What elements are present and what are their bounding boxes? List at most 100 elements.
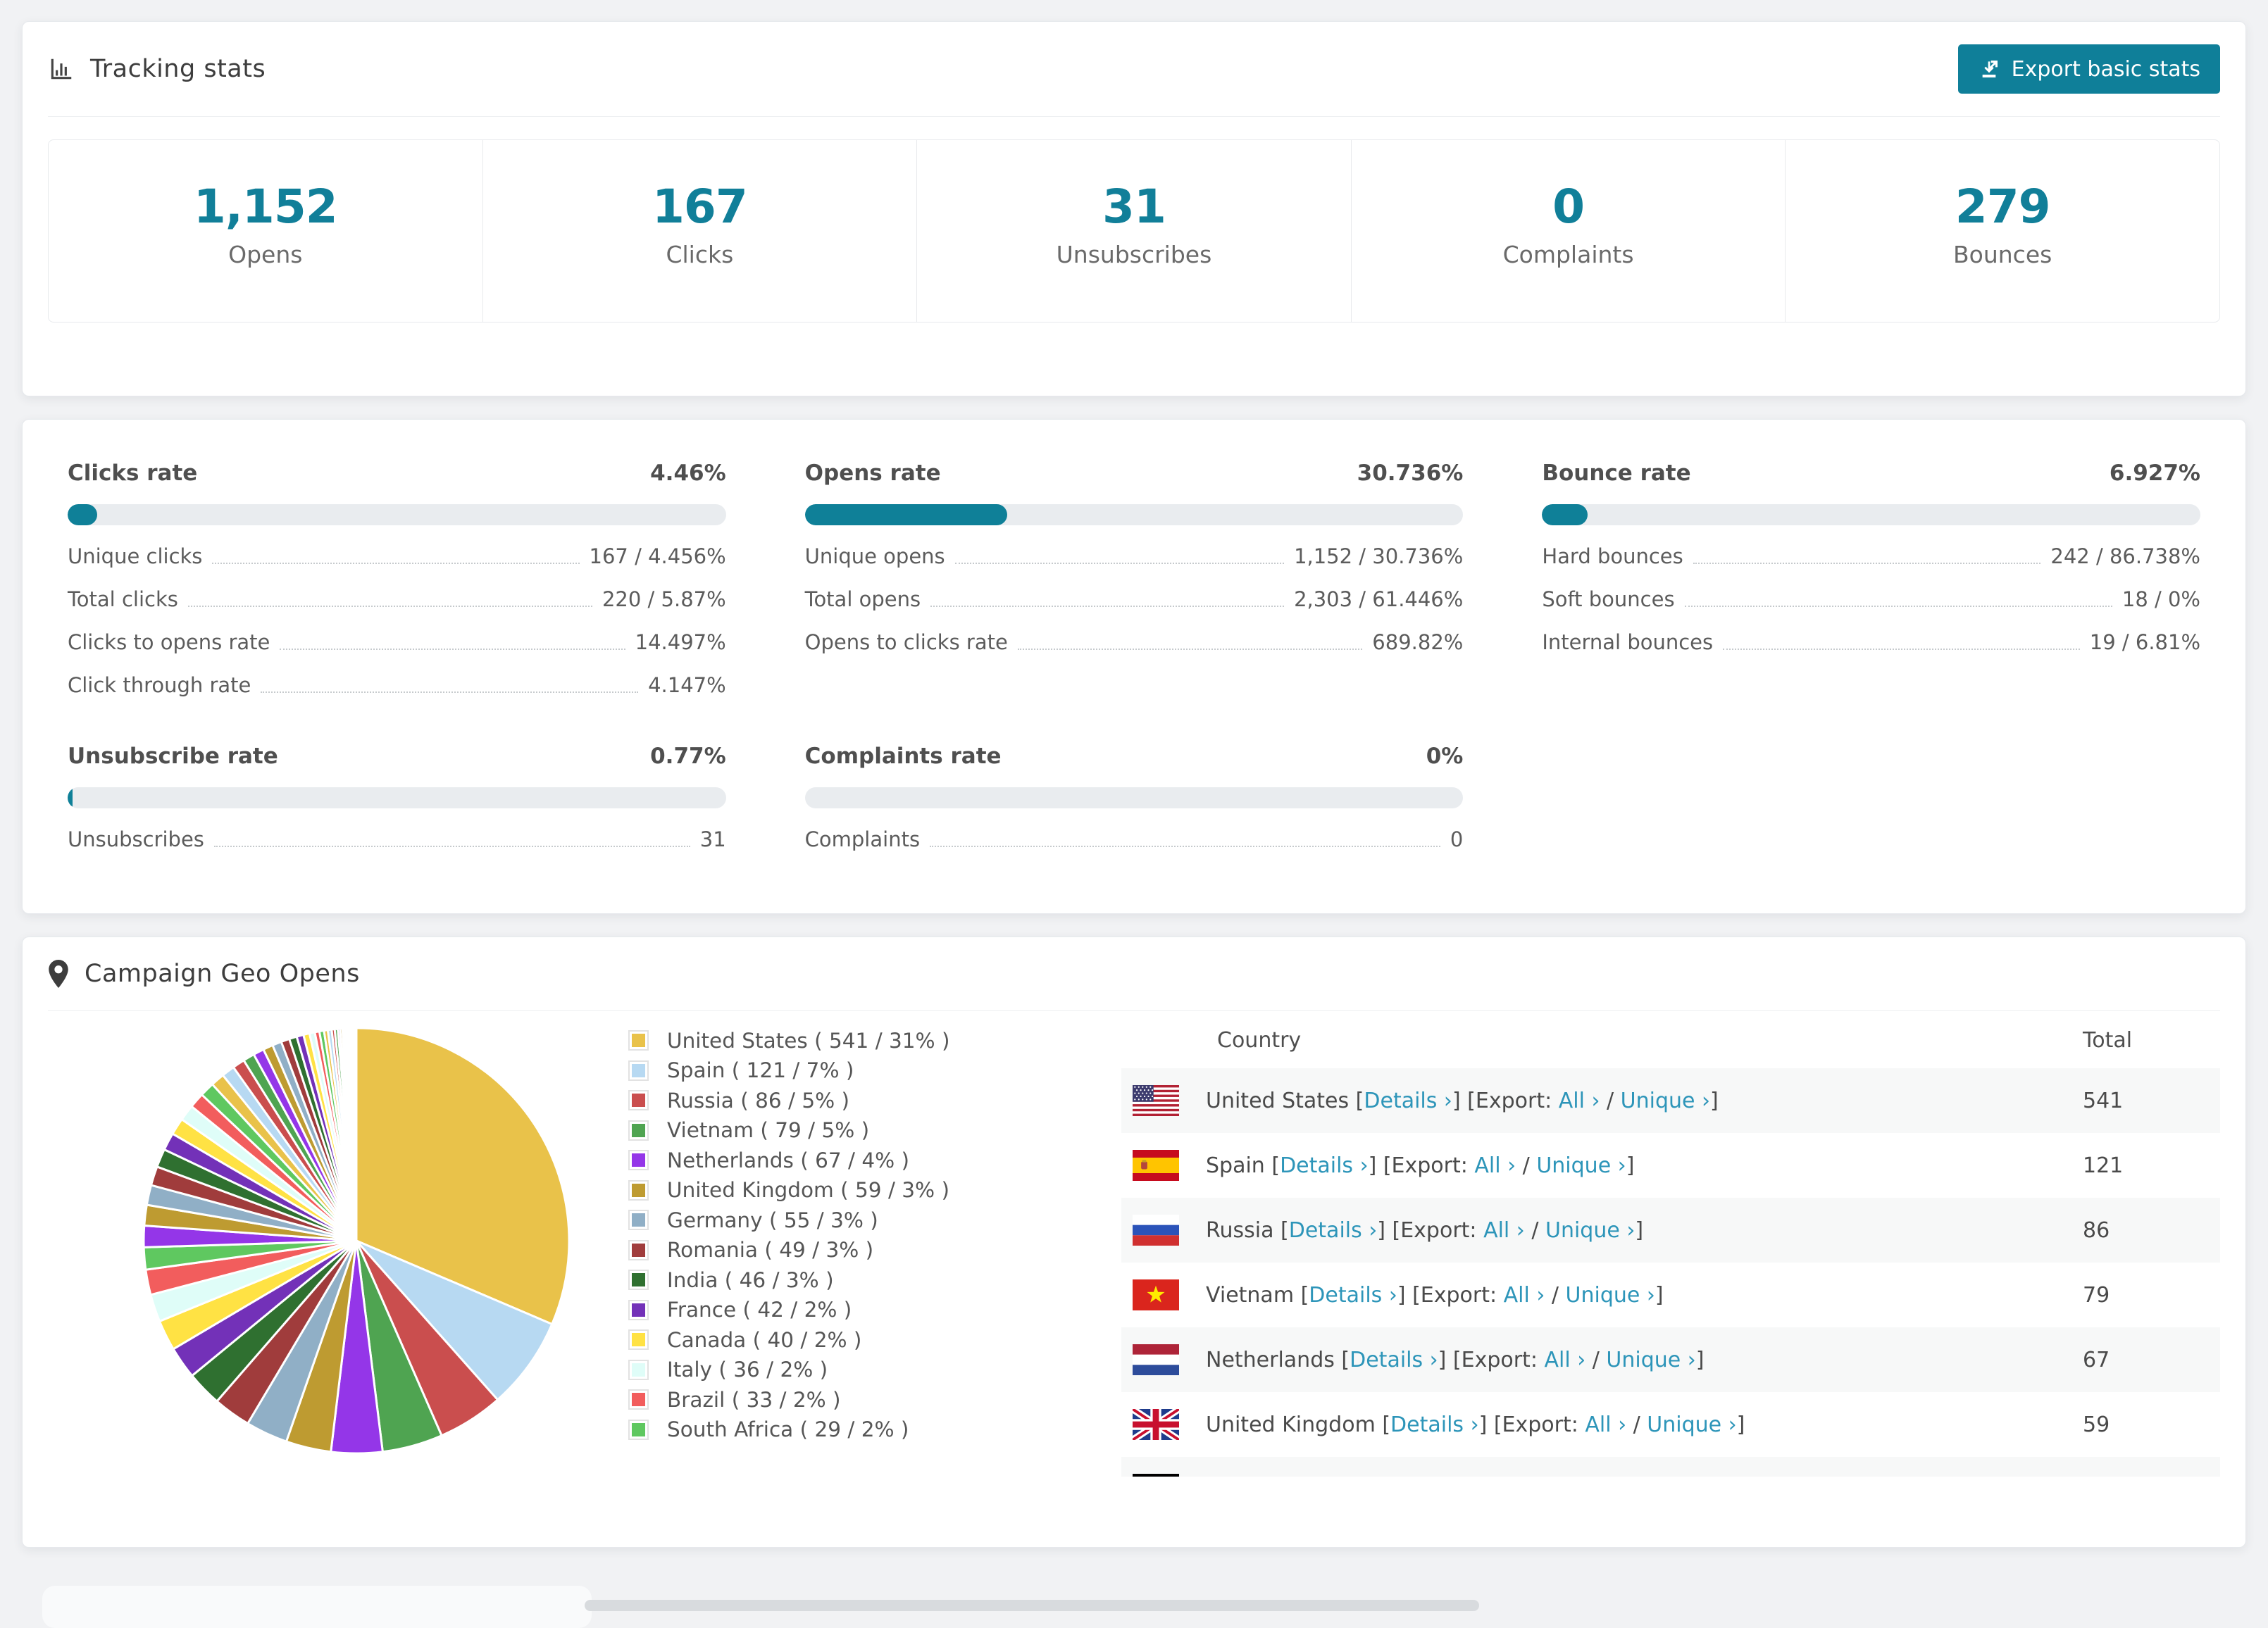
legend-label: Romania ( 49 / 3% ) bbox=[667, 1238, 874, 1262]
rate-detail-row: Soft bounces 18 / 0% bbox=[1542, 587, 2200, 611]
rate-block: Bounce rate 6.927% Hard bounces 242 / 86.73… bbox=[1542, 461, 2200, 697]
rate-block: Complaints rate 0% Complaints 0 bbox=[804, 744, 1464, 851]
dotted-leader bbox=[280, 649, 625, 650]
stat-label: Opens bbox=[228, 241, 303, 268]
rate-detail-row: Unique opens 1,152 / 30.736% bbox=[805, 544, 1464, 568]
country-cell: United States [Details ›] [Export: All ›… bbox=[1206, 1088, 1719, 1113]
rate-detail-row: Unsubscribes 31 bbox=[68, 827, 726, 851]
dashboard-page: Tracking stats Export basic stats 1,152 O… bbox=[0, 0, 2268, 1548]
export-all-link[interactable]: All › bbox=[1474, 1153, 1516, 1178]
legend-label: Russia ( 86 / 5% ) bbox=[667, 1088, 850, 1113]
geo-header: Campaign Geo Opens bbox=[48, 937, 2220, 1011]
details-link[interactable]: Details › bbox=[1309, 1283, 1397, 1308]
legend-item: Canada ( 40 / 2% ) bbox=[628, 1327, 1121, 1352]
summary-stat: 167 Clicks bbox=[483, 140, 918, 322]
total-cell: 67 bbox=[2083, 1347, 2110, 1372]
progress-bar-fill bbox=[804, 504, 1007, 525]
rate-block: Unsubscribe rate 0.77% Unsubscribes 31 bbox=[68, 744, 726, 851]
details-link[interactable]: Details › bbox=[1364, 1089, 1452, 1113]
horizontal-scrollbar[interactable] bbox=[585, 1600, 1479, 1611]
detail-label: Hard bounces bbox=[1542, 544, 1683, 568]
export-unique-link[interactable]: Unique › bbox=[1536, 1153, 1626, 1178]
rate-title: Complaints rate bbox=[804, 744, 1002, 769]
export-all-link[interactable]: All › bbox=[1544, 1348, 1585, 1372]
detail-value: 18 / 0% bbox=[2121, 587, 2200, 611]
dotted-leader bbox=[930, 846, 1440, 847]
detail-label: Unique opens bbox=[804, 544, 945, 568]
legend-item: Germany ( 55 / 3% ) bbox=[628, 1208, 1121, 1232]
country-flag-icon bbox=[1133, 1474, 1179, 1477]
rate-value: 6.927% bbox=[2109, 461, 2200, 486]
export-all-link[interactable]: All › bbox=[1559, 1089, 1600, 1113]
legend-label: Spain ( 121 / 7% ) bbox=[667, 1058, 854, 1082]
export-all-link[interactable]: All › bbox=[1483, 1218, 1525, 1243]
total-cell: 86 bbox=[2083, 1217, 2110, 1243]
export-all-link[interactable]: All › bbox=[1585, 1413, 1626, 1437]
country-cell: Russia [Details ›] [Export: All › / Uniq… bbox=[1206, 1217, 1644, 1243]
detail-label: Total opens bbox=[804, 587, 921, 611]
legend-label: Germany ( 55 / 3% ) bbox=[667, 1208, 878, 1232]
country-cell: United Kingdom [Details ›] [Export: All … bbox=[1206, 1412, 1745, 1437]
export-unique-link[interactable]: Unique › bbox=[1606, 1348, 1695, 1372]
export-basic-stats-button[interactable]: Export basic stats bbox=[1957, 44, 2220, 94]
rate-detail-row: Click through rate 4.147% bbox=[68, 673, 726, 697]
country-flag-icon bbox=[1133, 1344, 1179, 1375]
rate-value: 30.736% bbox=[1357, 461, 1464, 486]
total-cell: 541 bbox=[2083, 1088, 2124, 1113]
legend-swatch bbox=[628, 1210, 649, 1230]
total-cell: 121 bbox=[2083, 1153, 2124, 1178]
detail-label: Soft bounces bbox=[1542, 587, 1675, 611]
rate-detail-row: Complaints 0 bbox=[805, 827, 1464, 851]
legend-label: United States ( 541 / 31% ) bbox=[667, 1028, 950, 1053]
legend-label: Canada ( 40 / 2% ) bbox=[667, 1327, 862, 1352]
geo-table-row: United Kingdom [Details ›] [Export: All … bbox=[1121, 1392, 2220, 1457]
legend-item: Romania ( 49 / 3% ) bbox=[628, 1238, 1121, 1262]
bottom-left-overlay bbox=[42, 1586, 592, 1628]
legend-swatch bbox=[628, 1270, 649, 1290]
rate-title: Clicks rate bbox=[68, 461, 198, 486]
details-link[interactable]: Details › bbox=[1280, 1153, 1369, 1178]
details-link[interactable]: Details › bbox=[1390, 1413, 1479, 1437]
dotted-leader bbox=[1017, 649, 1363, 650]
geo-table-row: Russia [Details ›] [Export: All › / Uniq… bbox=[1121, 1198, 2220, 1263]
legend-item: France ( 42 / 2% ) bbox=[628, 1298, 1121, 1322]
campaign-geo-opens-panel: Campaign Geo Opens United States ( 541 /… bbox=[22, 937, 2246, 1548]
country-flag-icon bbox=[1133, 1085, 1179, 1116]
progress-bar-fill bbox=[68, 504, 97, 525]
bar-chart-icon bbox=[48, 56, 75, 82]
total-cell: 59 bbox=[2083, 1412, 2110, 1437]
geo-pie-chart bbox=[48, 1011, 628, 1477]
legend-item: South Africa ( 29 / 2% ) bbox=[628, 1417, 1121, 1441]
detail-value: 4.147% bbox=[648, 673, 726, 697]
detail-label: Internal bounces bbox=[1542, 630, 1714, 654]
progress-bar-track bbox=[1542, 504, 2200, 525]
export-unique-link[interactable]: Unique › bbox=[1566, 1283, 1655, 1308]
export-unique-link[interactable]: Unique › bbox=[1545, 1218, 1635, 1243]
stat-label: Complaints bbox=[1502, 241, 1634, 268]
detail-value: 2,303 / 61.446% bbox=[1294, 587, 1464, 611]
rate-block: Clicks rate 4.46% Unique clicks 167 / 4.456… bbox=[68, 461, 726, 697]
stat-label: Bounces bbox=[1953, 241, 2052, 268]
export-unique-link[interactable]: Unique › bbox=[1647, 1413, 1736, 1437]
rate-title: Opens rate bbox=[804, 461, 941, 486]
legend-swatch bbox=[628, 1179, 649, 1201]
progress-bar-fill bbox=[68, 787, 73, 808]
geo-table-row: Vietnam [Details ›] [Export: All › / Uni… bbox=[1121, 1263, 2220, 1327]
stat-value: 31 bbox=[1102, 180, 1166, 234]
rate-detail-row: Total clicks 220 / 5.87% bbox=[68, 587, 726, 611]
export-icon bbox=[1978, 58, 2000, 80]
geo-table-row: United States [Details ›] [Export: All ›… bbox=[1121, 1068, 2220, 1133]
legend-swatch bbox=[628, 1299, 649, 1320]
legend-item: Spain ( 121 / 7% ) bbox=[628, 1058, 1121, 1082]
export-all-link[interactable]: All › bbox=[1504, 1283, 1545, 1308]
detail-value: 242 / 86.738% bbox=[2050, 544, 2200, 568]
detail-value: 1,152 / 30.736% bbox=[1294, 544, 1464, 568]
legend-label: Vietnam ( 79 / 5% ) bbox=[667, 1118, 870, 1142]
stat-label: Clicks bbox=[666, 241, 734, 268]
export-unique-link[interactable]: Unique › bbox=[1621, 1089, 1710, 1113]
detail-value: 14.497% bbox=[635, 630, 726, 654]
details-link[interactable]: Details › bbox=[1289, 1218, 1378, 1243]
details-link[interactable]: Details › bbox=[1350, 1348, 1438, 1372]
legend-swatch bbox=[628, 1419, 649, 1440]
rates-grid: Clicks rate 4.46% Unique clicks 167 / 4.456… bbox=[68, 461, 2200, 851]
